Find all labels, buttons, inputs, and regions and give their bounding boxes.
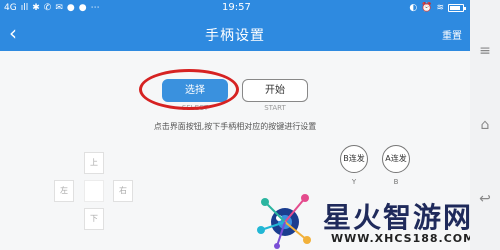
status-icons-left: 4G ıll ✱ ✆ ✉ ● ● ⋯ [4, 3, 100, 13]
highlight-ring [139, 69, 239, 110]
title-bar: ‹ 手柄设置 重置 [0, 17, 470, 51]
wifi-icon: ≋ [436, 3, 444, 13]
battery-icon [448, 4, 466, 12]
app-screen: 4G ıll ✱ ✆ ✉ ● ● ⋯ 19:57 ◐ ⏰ ≋ ‹ 手柄设置 重置… [0, 0, 470, 250]
start-caption: START [264, 104, 286, 112]
alarm-icon: ⏰ [421, 3, 433, 13]
page-title: 手柄设置 [205, 28, 265, 44]
reset-button[interactable]: 重置 [442, 27, 462, 42]
menu-icon[interactable]: ≡ [474, 40, 496, 62]
network-type: 4G [4, 3, 17, 13]
battery-level [450, 6, 460, 10]
system-nav-bar: ≡ ⌂ ↩ [470, 0, 500, 250]
dpad-center [84, 180, 104, 202]
do-not-disturb-icon: ◐ [409, 3, 418, 13]
status-icons-right: ◐ ⏰ ≋ [409, 3, 466, 13]
watermark-url: WWW.XHCS188.COM [331, 232, 470, 245]
status-bar: 4G ıll ✱ ✆ ✉ ● ● ⋯ 19:57 ◐ ⏰ ≋ [0, 0, 470, 17]
dpad-right-button[interactable]: 右 [113, 180, 133, 202]
a-turbo-caption: B [393, 178, 399, 186]
dpad-down-button[interactable]: 下 [84, 208, 104, 230]
watermark: 星火智游网 WWW.XHCS188.COM [255, 188, 470, 250]
home-icon[interactable]: ⌂ [474, 114, 496, 136]
dpad-left-button[interactable]: 左 [54, 180, 74, 202]
signal-icon: ıll [20, 3, 29, 13]
bluetooth-icon: ✱ [32, 3, 40, 13]
instruction-text: 点击界面按钮,按下手柄相对应的按键进行设置 [153, 122, 317, 131]
more-icon: ⋯ [90, 3, 100, 13]
a-turbo-button[interactable]: A连发 [382, 145, 410, 173]
message-icon: ✉ [55, 3, 63, 13]
b-turbo-caption: Y [351, 178, 357, 186]
dpad-up-button[interactable]: 上 [84, 152, 104, 174]
back-icon[interactable]: ↩ [474, 188, 496, 210]
notification-icon: ● [66, 3, 75, 13]
b-turbo-button[interactable]: B连发 [340, 145, 368, 173]
watermark-text: 星火智游网 [323, 201, 470, 234]
status-time: 19:57 [222, 2, 251, 13]
start-button[interactable]: 开始 [242, 79, 308, 102]
watermark-logo-icon [257, 194, 311, 249]
phone-icon: ✆ [43, 3, 52, 13]
notification-icon: ● [78, 3, 87, 13]
